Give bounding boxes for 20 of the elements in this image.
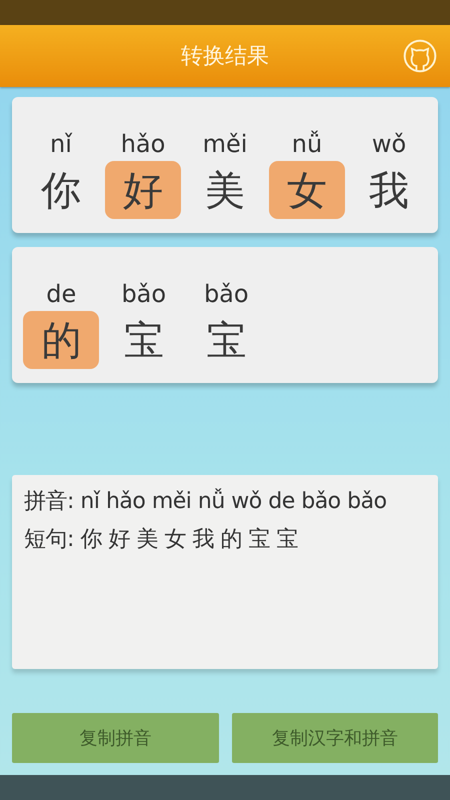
pinyin-label: bǎo [204, 279, 249, 309]
pinyin-label: hǎo [120, 129, 166, 159]
hanzi-character[interactable]: 美 [187, 161, 263, 219]
pinyin-label: wǒ [372, 129, 406, 159]
hanzi-character[interactable]: 我 [351, 161, 427, 219]
hanzi-character[interactable]: 女 [269, 161, 345, 219]
pinyin-label: nǐ [50, 129, 72, 159]
hanzi-character[interactable]: 的 [23, 311, 100, 369]
pinyin-label: nǚ [292, 129, 322, 159]
hanzi-character[interactable]: 你 [23, 161, 99, 219]
hanzi-character[interactable]: 宝 [106, 311, 182, 369]
pinyin-label: bǎo [121, 279, 166, 309]
hanzi-character[interactable]: 好 [105, 161, 181, 219]
cat-logo-icon[interactable] [402, 38, 438, 74]
hanzi-character[interactable]: 宝 [188, 311, 264, 369]
pinyin-label: měi [202, 129, 248, 159]
page-title: 转换结果 [181, 43, 269, 71]
result-line: 短句: 你 好 美 女 我 的 宝 宝 [24, 526, 299, 554]
result-line: 拼音: nǐ hǎo měi nǚ wǒ de bǎo bǎo [24, 487, 388, 516]
pinyin-label: de [46, 279, 76, 309]
